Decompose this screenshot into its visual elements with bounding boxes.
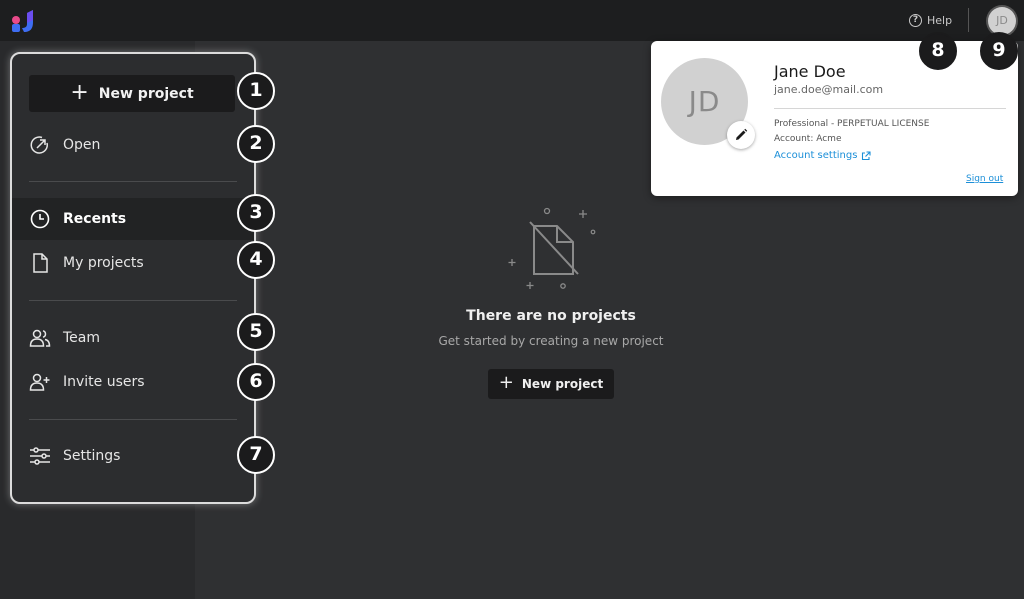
profile-email: jane.doe@mail.com [774,83,884,96]
callout-badge: 3 [237,194,275,232]
sidebar-item-invite-users[interactable]: Invite users [12,361,254,403]
sidebar-divider [29,419,237,420]
profile-divider [774,108,1006,109]
profile-account: Account: Acme [774,134,842,144]
empty-state-subtitle: Get started by creating a new project [438,334,664,348]
external-link-icon [862,150,871,160]
callout-badge: 4 [237,241,275,279]
add-user-icon [29,373,50,391]
new-project-label: New project [521,377,604,391]
help-link[interactable]: ? Help [909,12,952,28]
app-logo-icon[interactable] [11,8,35,34]
new-project-label: New project [98,85,194,102]
profile-name: Jane Doe [774,62,846,81]
document-icon [33,253,48,273]
account-settings-link[interactable]: Account settings [774,150,871,161]
sidebar-item-label: Settings [63,448,121,464]
sign-out-link[interactable]: Sign out [966,174,1003,184]
open-arrow-icon [30,136,49,154]
new-project-button[interactable]: + New project [29,75,235,112]
sidebar-item-my-projects[interactable]: My projects [12,242,254,284]
pencil-icon [736,128,748,140]
user-avatar-button[interactable]: JD [988,7,1016,35]
team-icon [29,329,51,347]
sidebar-item-recents[interactable]: Recents [12,198,254,240]
sliders-icon [30,447,50,465]
callout-badge: 1 [237,72,275,110]
sidebar-item-label: Open [63,137,101,153]
sidebar-divider [29,300,237,301]
plus-icon: + [70,79,89,105]
callout-badge: 2 [237,125,275,163]
empty-state-title: There are no projects [466,308,636,324]
callout-badge: 8 [919,32,957,70]
sidebar-item-label: Team [63,330,101,346]
clock-icon [30,209,50,229]
account-settings-label: Account settings [774,150,858,161]
top-bar: ? Help JD [0,0,1024,41]
callout-badge: 5 [237,313,275,351]
plus-icon: + [498,372,514,393]
profile-popover: JD Jane Doe jane.doe@mail.com Profession… [651,41,1018,196]
sidebar-item-label: Invite users [63,374,145,390]
edit-avatar-button[interactable] [727,121,755,149]
no-document-icon [508,207,596,289]
topbar-divider [968,8,969,32]
empty-state-new-project-button[interactable]: + New project [488,369,614,399]
sidebar-menu-highlight: + New project Open Recents My projects T… [10,52,256,504]
sidebar-item-open[interactable]: Open [12,124,254,166]
sidebar-divider [29,181,237,182]
callout-badge: 9 [980,32,1018,70]
help-circle-icon: ? [909,13,922,27]
sidebar-item-team[interactable]: Team [12,317,254,359]
sidebar-item-settings[interactable]: Settings [12,435,254,477]
help-label: Help [927,13,953,27]
callout-badge: 6 [237,363,275,401]
sidebar-item-label: My projects [63,255,144,271]
sidebar-item-label: Recents [63,211,127,227]
profile-license: Professional - PERPETUAL LICENSE [774,119,930,129]
callout-badge: 7 [237,436,275,474]
